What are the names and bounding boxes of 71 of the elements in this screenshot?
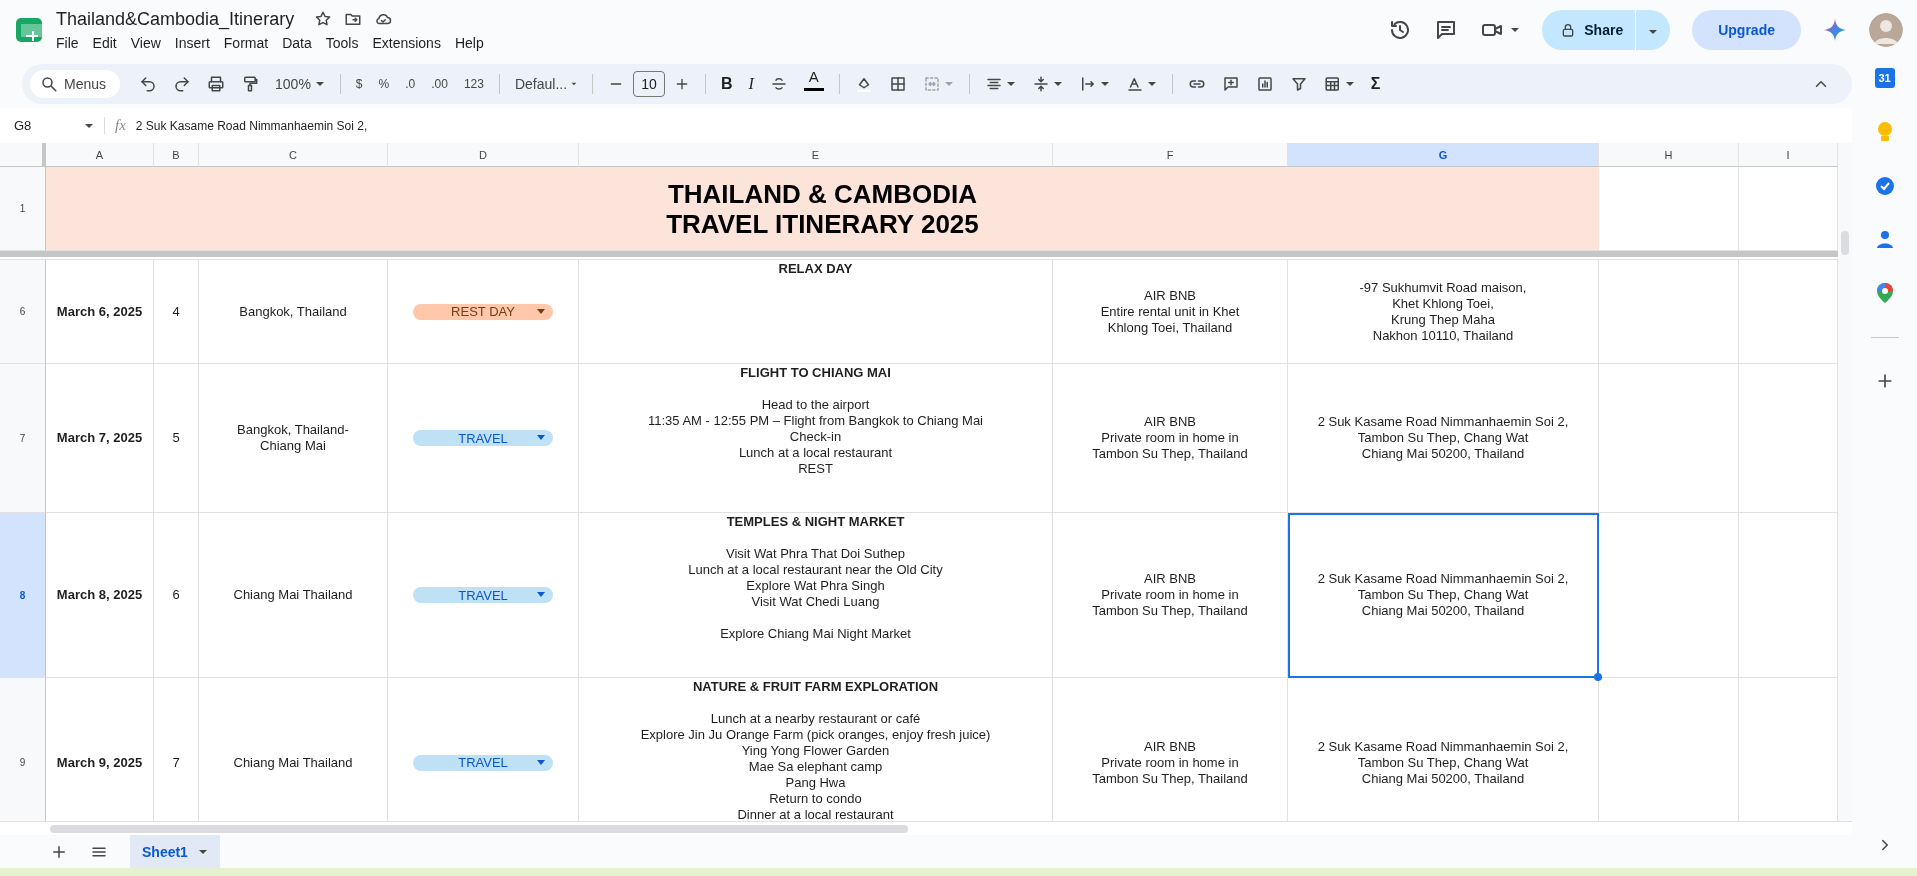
share-button[interactable]: Share [1542, 10, 1671, 50]
menu-item[interactable]: View [130, 33, 169, 52]
day-cell: 6 [154, 513, 199, 678]
lodging-cell: AIR BNB Private room in home in Tambon Su Thep, Thailand [1053, 364, 1288, 513]
document-title[interactable]: Thailand&Cambodia_Itinerary [56, 8, 295, 30]
status-chip[interactable]: TRAVEL [413, 587, 553, 603]
column-header[interactable]: D [388, 143, 579, 167]
day-cell: 5 [154, 364, 199, 513]
plan-heading: NATURE & FRUIT FARM EXPLORATION [692, 679, 939, 695]
text-color-button[interactable]: A [796, 70, 831, 98]
plan-details: Lunch at a nearby restaurant or café Explore Jin Ju Orange Farm (pick oranges, enjoy fresh juice) Ying Yong Flower Garden Mae Sa elephant camp Pang Hwa Return to condo Dinner at a local restaurant [640, 711, 991, 821]
formula-field[interactable]: 2 Suk Kasame Road Nimmanhaemin Soi 2, [135, 118, 368, 133]
menu-item[interactable]: Help [454, 33, 492, 52]
day-cell: 4 [154, 260, 199, 364]
row-header[interactable]: 1 [0, 167, 46, 251]
number-format-button[interactable]: 123 [456, 70, 491, 98]
bold-button[interactable]: B [713, 70, 740, 98]
location-cell: Bangkok, Thailand- Chiang Mai [199, 364, 388, 513]
row-header[interactable]: 9 [0, 678, 46, 821]
font-dropdown[interactable]: Defaul... [507, 70, 584, 98]
menu-item[interactable]: Extensions [372, 33, 449, 52]
plan-details: Head to the airport 11:35 AM - 12:55 PM – Flight from Bangkok to Chiang Mai Check-in Lunch at a local restaurant REST [647, 397, 983, 477]
menu-item[interactable]: Format [223, 33, 277, 52]
lodging-cell: AIR BNB Entire rental unit in Khet Khlong Toei, Thailand [1053, 260, 1288, 364]
address-cell: 2 Suk Kasame Road Nimmanhaemin Soi 2, Tambon Su Thep, Chang Wat Chiang Mai 50200, Thailand [1288, 364, 1599, 513]
column-header[interactable]: B [154, 143, 199, 167]
column-header[interactable]: G [1288, 143, 1599, 167]
date-cell: March 8, 2025 [46, 513, 154, 678]
cell-reference[interactable]: G8 [14, 118, 32, 133]
lodging-cell: AIR BNB Private room in home in Tambon Su Thep, Thailand [1053, 513, 1288, 678]
address-cell: -97 Sukhumvit Road maison, Khet Khlong Toei, Krung Thep Maha Nakhon 10110, Thailand [1288, 260, 1599, 364]
plan-heading: RELAX DAY [778, 261, 853, 277]
italic-button[interactable]: I [741, 70, 761, 98]
menu-item[interactable]: Tools [325, 33, 367, 52]
menu-item[interactable]: Insert [174, 33, 218, 52]
sheet-title: THAILAND & CAMBODIA TRAVEL ITINERARY 2025 [46, 167, 1599, 251]
row-header[interactable]: 6 [0, 260, 46, 364]
column-header[interactable]: H [1599, 143, 1739, 167]
zoom-dropdown[interactable]: 100% [268, 70, 332, 98]
column-header[interactable]: E [579, 143, 1053, 167]
currency-button[interactable]: $ [348, 70, 370, 98]
menu-search-field[interactable]: Menus [30, 70, 121, 98]
column-header[interactable]: I [1739, 143, 1838, 167]
sheet-tab[interactable]: Sheet1 [130, 835, 220, 868]
increase-decimals-button[interactable]: .00 [424, 70, 455, 98]
plan-details: Visit Wat Phra That Doi Suthep Lunch at a local restaurant near the Old City Explore Wat Phra Singh Visit Wat Chedi Luang Explore Chiang Mai Night Market [688, 546, 943, 642]
menu-item[interactable]: File [56, 33, 87, 52]
column-header[interactable]: F [1053, 143, 1288, 167]
decrease-decimals-button[interactable]: .0 [398, 70, 423, 98]
menu-item[interactable]: Edit [92, 33, 125, 52]
plan-heading: FLIGHT TO CHIANG MAI [740, 365, 891, 381]
status-chip[interactable]: REST DAY [413, 303, 553, 320]
date-cell: March 6, 2025 [46, 260, 154, 364]
plan-heading: TEMPLES & NIGHT MARKET [726, 514, 905, 530]
font-size-field[interactable]: 10 [632, 71, 665, 97]
fx-label: fx [104, 117, 136, 134]
calendar-icon[interactable]: 31 [1874, 68, 1895, 88]
location-cell: Chiang Mai Thailand [199, 513, 388, 678]
status-chip[interactable]: TRAVEL [413, 430, 553, 446]
column-header[interactable]: A [46, 143, 154, 167]
row-header[interactable]: 8 [0, 513, 46, 678]
menu-item[interactable]: Data [282, 33, 320, 52]
status-chip[interactable]: TRAVEL [413, 754, 553, 771]
address-cell: 2 Suk Kasame Road Nimmanhaemin Soi 2, Tambon Su Thep, Chang Wat Chiang Mai 50200, Thailand [1288, 513, 1599, 678]
column-header[interactable]: C [199, 143, 388, 167]
upgrade-button[interactable]: Upgrade [1692, 10, 1801, 50]
percent-button[interactable]: % [371, 70, 397, 98]
sum-button[interactable]: Σ [1363, 70, 1388, 98]
date-cell: March 7, 2025 [46, 364, 154, 513]
location-cell: Bangkok, Thailand [199, 260, 388, 364]
row-header[interactable]: 7 [0, 364, 46, 513]
